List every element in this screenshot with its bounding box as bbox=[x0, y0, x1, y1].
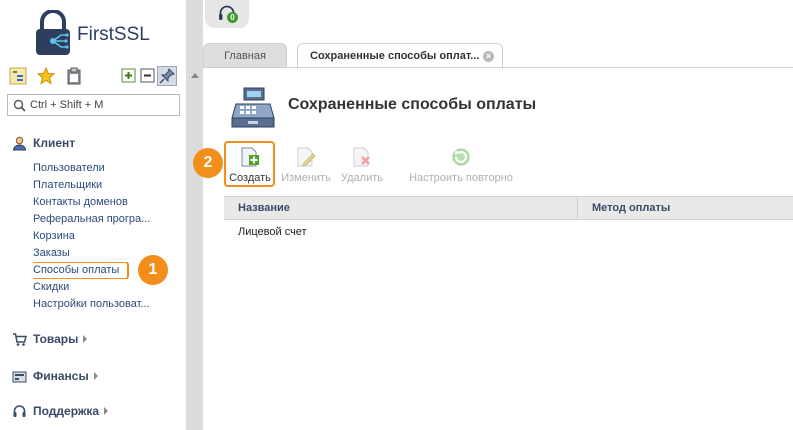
table-header: Название Метод оплаты bbox=[224, 196, 793, 220]
logo: FirstSSL bbox=[33, 10, 163, 58]
chevron-right-icon bbox=[93, 372, 98, 380]
delete-button-label: Удалить bbox=[341, 172, 383, 184]
client-nav-list: Пользователи Плательщики Контакты домено… bbox=[33, 160, 183, 313]
chevron-right-icon bbox=[83, 335, 88, 343]
page-title: Сохраненные способы оплаты bbox=[288, 96, 537, 113]
edit-button[interactable]: Изменить bbox=[280, 145, 332, 185]
column-header-name[interactable]: Название bbox=[224, 197, 577, 219]
add-document-icon bbox=[241, 147, 259, 167]
delete-button[interactable]: Удалить bbox=[338, 145, 386, 185]
search-field[interactable] bbox=[7, 94, 180, 116]
scroll-up-icon[interactable] bbox=[191, 73, 199, 78]
sidebar: FirstSSL Ctrl + Shift + M Клиент Пользов… bbox=[0, 0, 186, 430]
edit-button-label: Изменить bbox=[281, 172, 331, 184]
reconfigure-button[interactable]: Настроить повторно bbox=[406, 145, 516, 185]
sidebar-item-domain-contacts[interactable]: Контакты доменов bbox=[33, 194, 183, 211]
sidebar-item-users[interactable]: Пользователи bbox=[33, 160, 183, 177]
section-products[interactable]: Товары bbox=[12, 330, 88, 348]
section-products-label: Товары bbox=[33, 332, 79, 346]
tab-divider bbox=[203, 67, 793, 68]
sidebar-toolbar bbox=[9, 66, 181, 87]
sidebar-splitter[interactable] bbox=[186, 0, 203, 430]
pin-icon bbox=[159, 68, 175, 84]
client-icon bbox=[12, 136, 27, 150]
callout-badge-1: 1 bbox=[138, 255, 168, 285]
close-icon[interactable]: × bbox=[483, 51, 494, 62]
section-finance[interactable]: Финансы bbox=[12, 367, 98, 385]
section-support[interactable]: Поддержка bbox=[12, 402, 109, 420]
sidebar-item-referral-program[interactable]: Реферальная програ... bbox=[33, 211, 183, 228]
delete-document-icon bbox=[353, 147, 370, 167]
section-support-label: Поддержка bbox=[33, 404, 100, 418]
sidebar-item-cart[interactable]: Корзина bbox=[33, 228, 183, 245]
collapse-all-icon[interactable] bbox=[139, 67, 157, 85]
padlock-logo-icon bbox=[36, 10, 70, 55]
cash-register-icon bbox=[231, 87, 275, 128]
search-icon bbox=[13, 99, 26, 112]
section-client[interactable]: Клиент bbox=[12, 134, 75, 152]
highlight-frame bbox=[33, 262, 129, 279]
clipboard-icon[interactable] bbox=[65, 67, 83, 85]
callout-badge-2: 2 bbox=[193, 148, 223, 178]
headset-icon bbox=[13, 404, 26, 417]
edit-document-icon bbox=[297, 147, 316, 167]
support-count-badge: 0 bbox=[227, 12, 238, 23]
create-button-label: Создать bbox=[229, 172, 271, 184]
brand-name: FirstSSL bbox=[77, 24, 150, 45]
sidebar-item-payers[interactable]: Плательщики bbox=[33, 177, 183, 194]
section-client-label: Клиент bbox=[33, 136, 76, 150]
cell-name: Лицевой счет bbox=[238, 226, 307, 238]
reconfigure-button-label: Настроить повторно bbox=[409, 172, 513, 184]
column-header-payment-method[interactable]: Метод оплаты bbox=[578, 197, 793, 219]
tree-view-icon[interactable] bbox=[9, 67, 27, 85]
refresh-icon bbox=[452, 148, 470, 166]
support-button[interactable]: 0 bbox=[205, 0, 249, 28]
sidebar-item-user-settings[interactable]: Настройки пользоват... bbox=[33, 296, 183, 313]
star-icon[interactable] bbox=[37, 67, 55, 85]
table-row[interactable]: Лицевой счет bbox=[224, 222, 793, 242]
finance-icon bbox=[12, 371, 27, 382]
create-button[interactable]: Создать bbox=[228, 145, 272, 185]
section-finance-label: Финансы bbox=[33, 369, 89, 383]
pin-button[interactable] bbox=[157, 66, 177, 86]
search-input[interactable] bbox=[30, 98, 175, 112]
cell-payment-method bbox=[578, 222, 793, 242]
tab-home[interactable]: Главная bbox=[203, 43, 287, 68]
chevron-right-icon bbox=[104, 407, 109, 415]
cart-icon bbox=[13, 332, 27, 346]
expand-all-icon[interactable] bbox=[120, 67, 138, 85]
tab-saved-payment-methods[interactable]: Сохраненные способы оплат... × bbox=[297, 43, 503, 69]
